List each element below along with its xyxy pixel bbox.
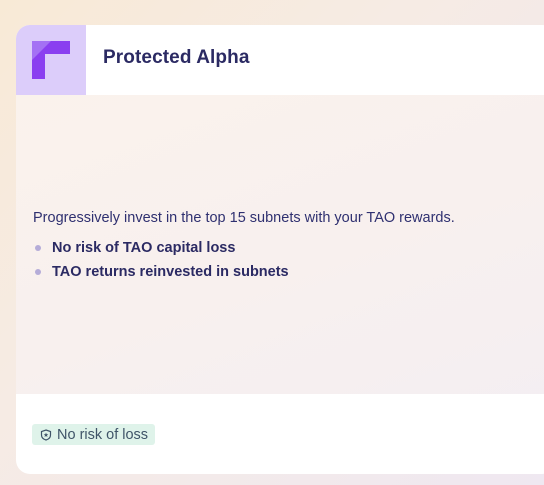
- bullet-icon: [35, 245, 41, 251]
- feature-label: TAO returns reinvested in subnets: [52, 264, 289, 280]
- bullet-icon: [35, 269, 41, 275]
- logo-tile: [16, 25, 86, 95]
- feature-item: No risk of TAO capital loss: [33, 236, 289, 260]
- risk-badge: No risk of loss: [32, 424, 156, 445]
- card-title: Protected Alpha: [103, 47, 250, 68]
- feature-list: No risk of TAO capital loss TAO returns …: [33, 236, 289, 284]
- card-header: Protected Alpha: [16, 25, 544, 95]
- feature-item: TAO returns reinvested in subnets: [33, 260, 289, 284]
- product-card[interactable]: Protected Alpha Progressively invest in …: [16, 25, 544, 474]
- card-description: Progressively invest in the top 15 subne…: [33, 210, 455, 226]
- feature-label: No risk of TAO capital loss: [52, 240, 236, 256]
- shield-icon: [40, 428, 52, 441]
- risk-badge-label: No risk of loss: [57, 426, 149, 443]
- card-footer: No risk of loss: [16, 394, 544, 474]
- card-body: Progressively invest in the top 15 subne…: [16, 95, 544, 395]
- brand-logo-icon: [32, 41, 70, 79]
